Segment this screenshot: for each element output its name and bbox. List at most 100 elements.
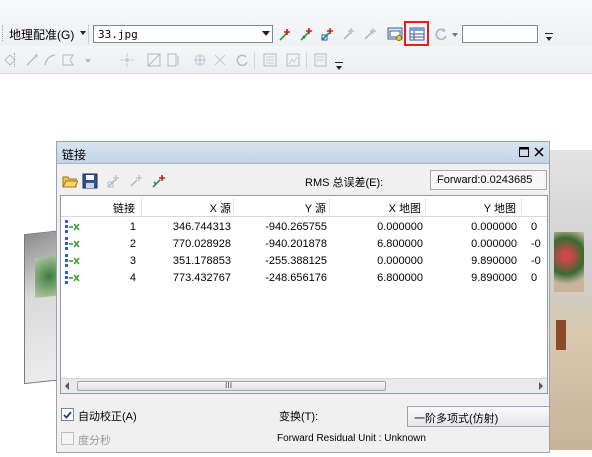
georeferencing-menu-arrow-icon[interactable] (80, 31, 86, 35)
scrollbar-thumb[interactable]: III (77, 381, 386, 391)
dms-checkbox[interactable] (61, 432, 74, 445)
attributes-icon[interactable] (260, 50, 280, 70)
column-separator[interactable] (141, 198, 142, 215)
toolbar-grip[interactable] (14, 53, 18, 67)
link-table-dialog: 链接 RMS 总误差(E): Forward:0.0243685 链接 X 源 … (56, 141, 550, 453)
reshape-icon[interactable] (144, 50, 164, 70)
link-row-icon[interactable] (64, 219, 80, 235)
split-icon[interactable] (190, 50, 210, 70)
straight-segment-icon[interactable] (22, 50, 42, 70)
table-row[interactable]: 4 773.432767 -248.656176 6.800000 9.8900… (61, 270, 547, 287)
view-link-table-icon[interactable] (407, 24, 427, 44)
link-table: 链接 X 源 Y 源 X 地图 Y 地图 1 346.744313 -940.2… (60, 195, 548, 394)
column-header-y-map[interactable]: Y 地图 (456, 200, 516, 216)
rms-label: RMS 总误差(E): (305, 177, 384, 189)
cell-y-map: 0.000000 (471, 238, 517, 250)
layer-combo-value: 33.jpg (98, 28, 138, 41)
scale-input[interactable] (462, 25, 538, 43)
viewer-icon[interactable] (385, 24, 405, 44)
map-image-fragment-right (550, 150, 592, 450)
link-table-header: 链接 X 源 Y 源 X 地图 Y 地图 (61, 196, 547, 217)
transform-select-value: 一阶多项式(仿射) (414, 413, 499, 425)
link-row-icon[interactable] (64, 270, 80, 286)
cell-link: 4 (129, 272, 136, 284)
sketch-shape-dropdown-icon[interactable] (78, 50, 98, 70)
dialog-titlebar[interactable]: 链接 (57, 142, 549, 164)
select-link-icon[interactable] (104, 171, 124, 191)
residual-unit-text: Forward Residual Unit : Unknown (277, 433, 426, 444)
table-row[interactable]: 2 770.028928 -940.201878 6.800000 0.0000… (61, 236, 547, 253)
table-row[interactable]: 1 346.744313 -940.265755 0.000000 0.0000… (61, 219, 547, 236)
link-row-icon[interactable] (64, 253, 80, 269)
transform-select[interactable]: 一阶多项式(仿射) (407, 406, 550, 427)
zoom-to-link-icon[interactable] (126, 171, 146, 191)
chevron-down-icon (262, 31, 270, 36)
column-separator[interactable] (425, 198, 426, 215)
transform-label: 变换(T): (279, 411, 319, 423)
toolbar-options-icon[interactable] (545, 33, 553, 43)
save-icon[interactable] (80, 171, 100, 191)
column-header-y-source[interactable]: Y 源 (266, 200, 326, 216)
column-header-x-source[interactable]: X 源 (171, 200, 231, 216)
cell-x-map: 6.800000 (377, 272, 423, 284)
close-icon[interactable] (532, 145, 546, 159)
cell-y-map: 9.890000 (471, 272, 517, 284)
scroll-right-icon[interactable] (539, 382, 543, 390)
layer-combo[interactable]: 33.jpg (93, 25, 273, 43)
create-features-icon[interactable] (311, 50, 331, 70)
column-separator[interactable] (521, 198, 522, 215)
sketch-properties-icon[interactable] (283, 50, 303, 70)
cut-polygon-icon[interactable] (164, 50, 184, 70)
georeferencing-menu[interactable]: 地理配准(G) (9, 26, 74, 43)
table-row[interactable]: 3 351.178853 -255.388125 0.000000 9.8900… (61, 253, 547, 270)
cell-y-map: 9.890000 (471, 255, 517, 267)
cell-x-map: 0.000000 (377, 255, 423, 267)
rotate-tool-icon[interactable] (232, 50, 252, 70)
cell-residual: -0 (531, 238, 541, 250)
add-control-points-icon[interactable] (276, 24, 296, 44)
toolbar-divider (88, 24, 89, 44)
toolbar-options-icon[interactable] (335, 62, 343, 72)
maximize-icon[interactable] (517, 145, 531, 159)
rotate-icon[interactable] (431, 24, 451, 44)
scrollbar-grip: III (225, 381, 233, 390)
auto-adjust-checkbox[interactable] (61, 408, 74, 421)
toolbar-grip[interactable] (2, 25, 6, 41)
cell-x-map: 6.800000 (377, 238, 423, 250)
cell-x-source: 351.178853 (172, 255, 231, 267)
cell-x-source: 770.028928 (172, 238, 231, 250)
select-link-icon[interactable] (339, 24, 359, 44)
column-separator[interactable] (233, 198, 234, 215)
cell-link: 3 (129, 255, 136, 267)
dms-label: 度分秒 (78, 435, 111, 447)
map-flowers-icon (554, 232, 584, 292)
vertex-tool-icon[interactable] (117, 50, 137, 70)
horizontal-scrollbar[interactable]: III (61, 378, 547, 393)
rotate-dropdown-icon[interactable] (452, 33, 458, 37)
trace-icon[interactable] (40, 50, 60, 70)
update-georeferencing-icon[interactable] (318, 24, 338, 44)
column-header-x-map[interactable]: X 地图 (361, 200, 421, 216)
auto-adjust-label[interactable]: 自动校正(A) (78, 408, 137, 424)
cell-y-source: -940.201878 (265, 238, 327, 250)
georeferencing-toolbar: 地理配准(G) 33.jpg (0, 0, 592, 46)
open-folder-icon[interactable] (60, 171, 80, 191)
sketch-shape-icon[interactable] (58, 50, 78, 70)
column-separator[interactable] (329, 198, 330, 215)
cell-residual: -0 (531, 255, 541, 267)
cell-residual: 0 (531, 272, 538, 284)
column-header-link[interactable]: 链接 (107, 200, 135, 216)
cell-residual: 0 (531, 221, 538, 233)
rotate-feature-icon[interactable] (210, 50, 230, 70)
map-furniture-icon (556, 320, 566, 350)
rms-value-field: Forward:0.0243685 (430, 170, 547, 190)
dialog-title: 链接 (62, 148, 87, 162)
link-row-icon[interactable] (64, 236, 80, 252)
scroll-left-icon[interactable] (65, 382, 69, 390)
cell-x-source: 773.432767 (172, 272, 231, 284)
zoom-to-link-icon[interactable] (360, 24, 380, 44)
add-link-icon[interactable] (149, 171, 169, 191)
auto-registration-icon[interactable] (297, 24, 317, 44)
cell-x-source: 346.744313 (172, 221, 231, 233)
cell-y-source: -255.388125 (265, 255, 327, 267)
